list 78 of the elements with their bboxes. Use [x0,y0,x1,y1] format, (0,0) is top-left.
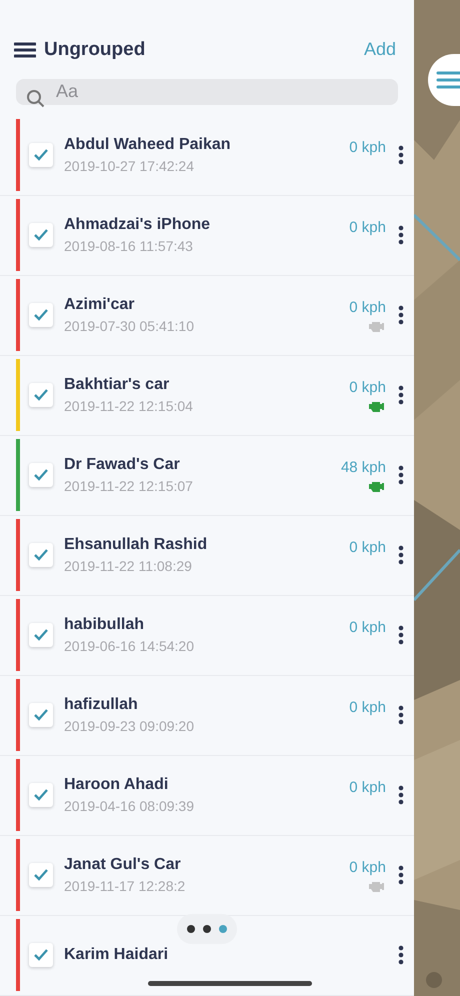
checkmark-icon [33,948,49,962]
device-time: 2019-08-16 11:57:43 [64,237,194,256]
search-icon [26,88,46,109]
checkbox[interactable] [29,143,53,168]
checkmark-icon [33,388,49,402]
more-icon[interactable] [398,465,404,486]
device-name: Abdul Waheed Paikan [64,135,232,156]
checkbox[interactable] [29,383,53,408]
device-name: Ehsanullah Rashid [64,535,208,556]
device-name: Azimi'car [64,295,136,316]
menu-icon [436,71,460,89]
device-speed: 0 kph [349,858,386,878]
device-row[interactable]: hafizullah 2019-09-23 09:09:20 0 kph [0,676,414,756]
checkmark-icon [33,148,49,162]
device-time: 2019-06-16 14:54:20 [64,637,195,656]
device-time: 2019-09-23 09:09:20 [64,717,195,736]
checkbox[interactable] [29,543,53,568]
device-row[interactable]: habibullah 2019-06-16 14:54:20 0 kph [0,596,414,676]
device-speed: 0 kph [349,218,386,238]
checkbox[interactable] [29,783,53,808]
more-icon[interactable] [398,945,404,966]
device-time: 2019-11-22 12:15:07 [64,477,194,496]
checkmark-icon [33,548,49,562]
device-name: Karim Haidari [64,945,170,966]
checkmark-icon [33,708,49,722]
device-name: Bakhtiar's car [64,375,170,396]
checkmark-icon [33,628,49,642]
device-row[interactable]: Bakhtiar's car 2019-11-22 12:15:04 0 kph [0,356,414,436]
device-name: Janat Gul's Car [64,855,182,876]
device-speed: 0 kph [349,538,386,558]
device-time: 2019-04-16 08:09:39 [64,797,195,816]
checkbox[interactable] [29,703,53,728]
device-time: 2019-07-30 05:41:10 [64,317,195,336]
checkbox[interactable] [29,303,53,328]
device-name: Haroon Ahadi [64,775,170,796]
device-row[interactable]: Abdul Waheed Paikan 2019-10-27 17:42:24 0 kph [0,116,414,196]
device-speed: 0 kph [349,138,386,158]
device-speed: 48 kph [340,458,386,478]
checkbox[interactable] [29,863,53,888]
more-icon[interactable] [398,545,404,566]
device-row[interactable]: Haroon Ahadi 2019-04-16 08:09:39 0 kph [0,756,414,836]
device-speed: 0 kph [349,378,386,398]
checkmark-icon [33,868,49,882]
group-title: Ungrouped [44,38,146,62]
device-time: 2019-10-27 17:42:24 [64,157,195,176]
checkbox[interactable] [29,223,53,248]
device-time: 2019-11-17 12:28:2 [64,877,186,896]
device-time: 2019-11-22 11:08:29 [64,557,193,576]
menu-icon[interactable] [14,42,36,58]
more-icon[interactable] [398,145,404,166]
device-name: habibullah [64,615,145,636]
more-icon[interactable] [398,385,404,406]
checkmark-icon [33,308,49,322]
more-icon[interactable] [398,865,404,886]
checkmark-icon [33,788,49,802]
more-icon[interactable] [398,625,404,646]
device-speed: 0 kph [349,778,386,798]
device-row[interactable]: Ehsanullah Rashid 2019-11-22 11:08:29 0 kph [0,516,414,596]
checkbox[interactable] [29,623,53,648]
checkmark-icon [33,228,49,242]
more-icon[interactable] [398,305,404,326]
more-icon[interactable] [398,785,404,806]
search-field[interactable]: Aa [16,78,398,105]
device-speed: 0 kph [349,298,386,318]
checkbox[interactable] [29,943,53,968]
device-row[interactable]: Ahmadzai's iPhone 2019-08-16 11:57:43 0 kph [0,196,414,276]
device-row[interactable]: Azimi'car 2019-07-30 05:41:10 0 kph [0,276,414,356]
more-icon[interactable] [398,705,404,726]
device-speed: 0 kph [349,618,386,638]
more-icon[interactable] [398,225,404,246]
device-name: Dr Fawad's Car [64,455,181,476]
checkmark-icon [33,468,49,482]
device-speed: 0 kph [349,698,386,718]
device-time: 2019-11-22 12:15:04 [64,397,194,416]
device-name: hafizullah [64,695,139,716]
checkbox[interactable] [29,463,53,488]
device-name: Ahmadzai's iPhone [64,215,212,236]
device-row[interactable]: Dr Fawad's Car 2019-11-22 12:15:07 48 kph [0,436,414,516]
